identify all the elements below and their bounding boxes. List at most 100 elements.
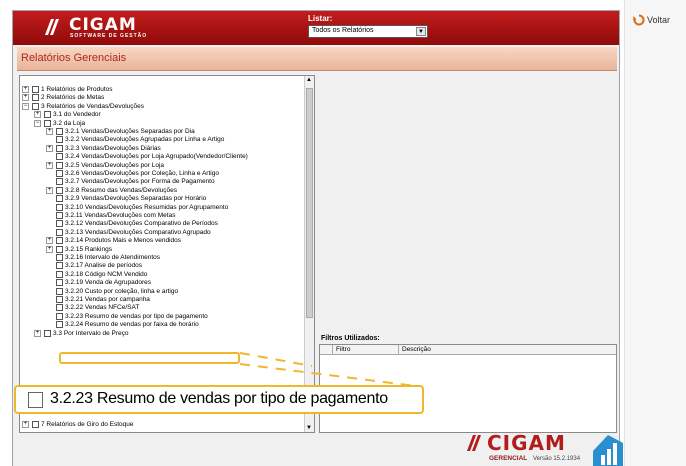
tree-checkbox[interactable] [56, 245, 63, 253]
cigam-gerencial-logo: CIGAM GERENCIAL Versão 15.2.1934 [453, 431, 623, 466]
tree-checkbox[interactable] [56, 195, 63, 203]
tree-item-label: 3.3 Por Intervalo de Preço [53, 329, 129, 337]
expand-icon[interactable]: + [46, 245, 53, 253]
tree-item-label: 7 Relatórios de Giro do Estoque [41, 421, 134, 428]
tree-checkbox[interactable] [32, 421, 39, 428]
tree-item-label: 3.2.8 Resumo das Vendas/Devoluções [65, 186, 178, 194]
tree-checkbox[interactable] [56, 128, 63, 135]
expand-icon[interactable]: + [34, 329, 41, 337]
expand-icon[interactable]: + [46, 186, 53, 194]
back-label: Voltar [647, 15, 671, 25]
tree-item-label: 3.2.7 Vendas/Devoluções por Forma de Pag… [65, 178, 215, 186]
tree-checkbox[interactable] [56, 296, 63, 303]
column-descricao[interactable]: Descrição [402, 346, 431, 353]
tree-checkbox[interactable] [44, 119, 51, 127]
expand-icon[interactable]: + [46, 144, 53, 152]
brand-name: CIGAM [69, 15, 137, 35]
tree-item-label: 1 Relatórios de Produtos [41, 86, 113, 93]
brand-tagline: SOFTWARE DE GESTÃO [70, 33, 148, 39]
tree-checkbox[interactable] [56, 212, 63, 219]
back-button[interactable]: Voltar [633, 14, 686, 28]
tree-item[interactable]: +3.3 Por Intervalo de Preço [34, 329, 129, 338]
header-bar: CIGAM SOFTWARE DE GESTÃO Listar: Todos o… [13, 11, 619, 45]
back-icon[interactable] [633, 14, 645, 26]
zoomed-checkbox [28, 392, 43, 408]
tree-checkbox[interactable] [56, 161, 63, 169]
tree-item-label: 3.2.2 Vendas/Devoluções Agrupadas por Li… [65, 136, 225, 144]
tree-item[interactable]: +7 Relatórios de Giro do Estoque [22, 420, 134, 429]
tree-item-label: 3.2.12 Vendas/Devoluções Comparativo de … [65, 220, 218, 228]
expand-icon[interactable]: + [34, 111, 41, 119]
filters-table-header: Filtro Descrição [320, 345, 616, 355]
tree-checkbox[interactable] [56, 321, 63, 329]
tree-checkbox[interactable] [32, 94, 39, 102]
tree-checkbox[interactable] [56, 228, 63, 236]
scroll-up-icon[interactable]: ▲ [306, 77, 312, 83]
expand-icon[interactable]: + [22, 86, 29, 93]
list-label: Listar: [308, 14, 333, 23]
column-filtro[interactable]: Filtro [336, 346, 350, 353]
tree-checkbox[interactable] [56, 287, 63, 295]
tree-checkbox[interactable] [56, 270, 63, 278]
highlight-frame [59, 352, 240, 364]
tree-checkbox[interactable] [44, 329, 51, 337]
tree-checkbox[interactable] [56, 237, 63, 245]
tree-checkbox[interactable] [56, 170, 63, 177]
app-window: CIGAM SOFTWARE DE GESTÃO Listar: Todos o… [0, 0, 686, 466]
tree-item-label: 3.2.10 Vendas/Devoluções Resumidas por A… [65, 203, 229, 211]
chevron-down-icon[interactable]: ▼ [416, 27, 426, 36]
report-filter-select[interactable]: Todos os Relatórios ▼ [308, 25, 428, 38]
footer-brand: CIGAM [487, 431, 566, 455]
expand-icon[interactable]: + [22, 421, 29, 428]
tree-checkbox[interactable] [56, 136, 63, 144]
column-divider [332, 345, 333, 355]
expand-icon[interactable]: + [22, 94, 29, 102]
tree-checkbox[interactable] [56, 279, 63, 287]
tree-item-label: 3.1 do Vendedor [53, 111, 101, 119]
tree-checkbox[interactable] [56, 144, 63, 152]
tree-item-label: 3.2.6 Vendas/Devoluções por Coleção, Lin… [65, 170, 219, 177]
expand-icon[interactable]: + [46, 128, 53, 135]
tree-item-label: 3.2.11 Vendas/Devoluções com Metas [65, 212, 176, 219]
scroll-down-icon[interactable]: ▼ [306, 425, 312, 431]
tree-checkbox[interactable] [56, 254, 63, 261]
expand-icon[interactable]: + [46, 161, 53, 169]
tree-checkbox[interactable] [32, 86, 39, 93]
tree-checkbox[interactable] [56, 203, 63, 211]
tree-checkbox[interactable] [56, 220, 63, 228]
title-bar: Relatórios Gerenciais [17, 47, 617, 71]
tree-item-label: 3.2.23 Resumo de vendas por tipo de paga… [65, 312, 208, 320]
column-divider [398, 345, 399, 355]
cigam-logo-icon [467, 435, 481, 451]
footer-product: GERENCIAL [489, 455, 528, 462]
report-tree: +1 Relatórios de Produtos +2 Relatórios d… [19, 75, 315, 433]
tree-checkbox[interactable] [56, 312, 63, 320]
tree-checkbox[interactable] [44, 111, 51, 119]
expand-icon[interactable]: + [46, 237, 53, 245]
tree-item-label: 3.2.17 Analise de períodos [65, 262, 142, 270]
report-preview-area [319, 75, 617, 333]
tree-checkbox[interactable] [56, 186, 63, 194]
tree-checkbox[interactable] [56, 262, 63, 270]
zoomed-tree-item: 3.2.23 Resumo de vendas por tipo de paga… [14, 385, 424, 414]
report-filter-value: Todos os Relatórios [312, 27, 374, 34]
cigam-logo: CIGAM SOFTWARE DE GESTÃO [43, 15, 193, 41]
tree-item-label: 3.2.13 Vendas/Devoluções Comparativo Agr… [65, 228, 211, 236]
collapse-icon[interactable]: − [22, 102, 29, 110]
scrollbar-thumb[interactable] [306, 88, 313, 318]
tree-item-label: 3.2.16 Intervalo de Atendimentos [65, 254, 161, 261]
collapse-icon[interactable]: − [34, 119, 41, 127]
tree-item-label: 3.2 da Loja [53, 119, 86, 127]
tree-item-label: 3.2.1 Vendas/Devoluções Separadas por Di… [65, 128, 195, 135]
zoomed-item-label: 3.2.23 Resumo de vendas por tipo de paga… [50, 390, 388, 407]
tree-checkbox[interactable] [32, 102, 39, 110]
page-title: Relatórios Gerenciais [21, 52, 127, 64]
tree-checkbox[interactable] [56, 178, 63, 186]
tree-item-label: 3.2.21 Vendas por campanha [65, 296, 150, 303]
tree-checkbox[interactable] [56, 304, 63, 312]
cigam-logo-icon [45, 19, 59, 35]
tree-item-label: 3.2.22 Vendas NFCe/SAT [65, 304, 140, 312]
tree-scrollbar[interactable]: ▲ ▼ [304, 76, 314, 432]
tree-checkbox[interactable] [56, 153, 63, 161]
tree-item-label: 3 Relatórios de Vendas/Devoluções [41, 102, 144, 110]
